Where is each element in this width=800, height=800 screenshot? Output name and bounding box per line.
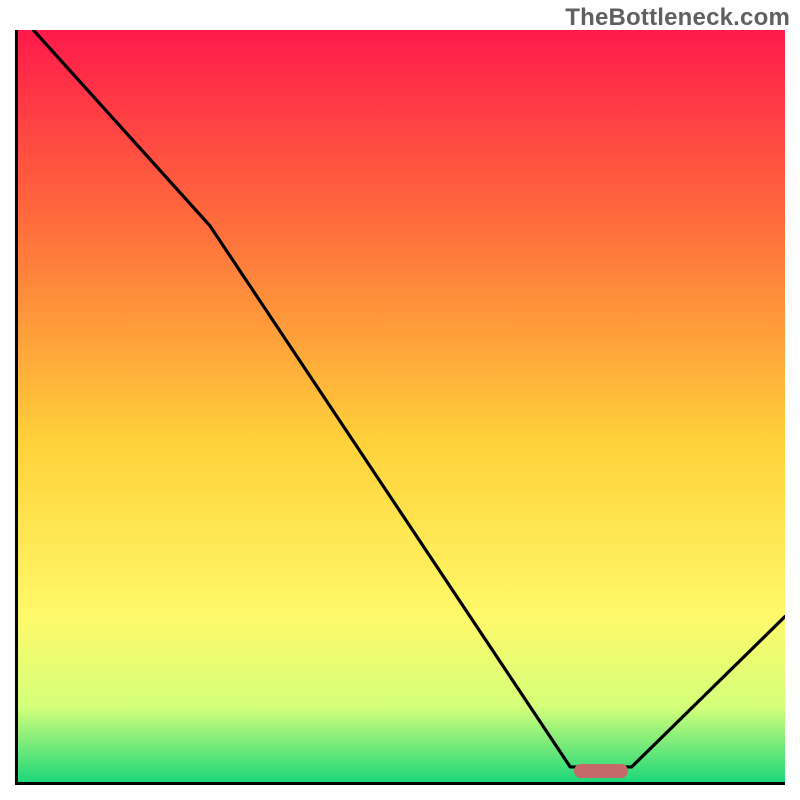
bottleneck-curve — [18, 30, 785, 782]
watermark-text: TheBottleneck.com — [565, 4, 790, 32]
plot-area — [15, 30, 785, 785]
optimal-marker — [574, 764, 628, 778]
chart-container: { "watermark": "TheBottleneck.com", "cha… — [0, 0, 800, 800]
